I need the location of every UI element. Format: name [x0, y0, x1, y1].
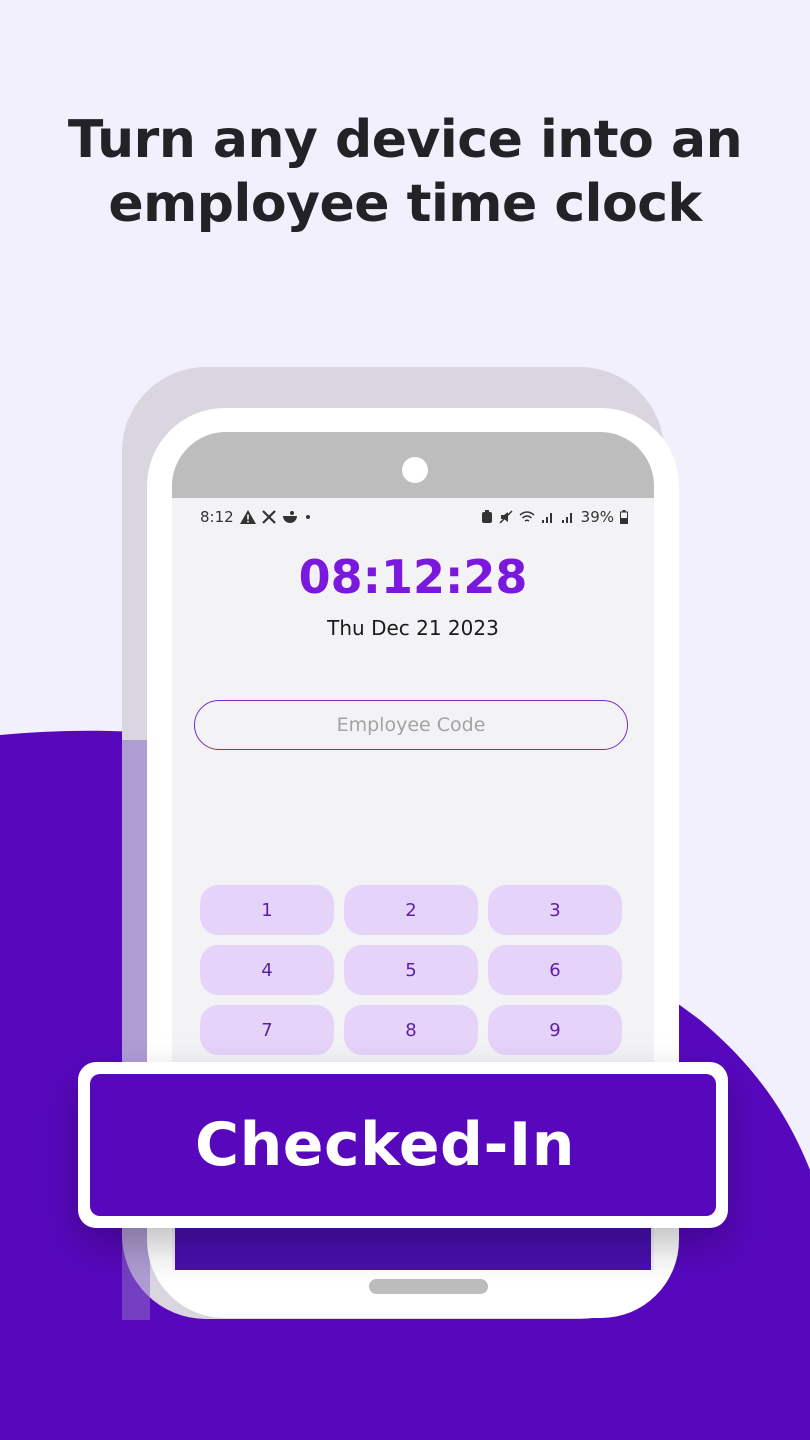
headline: Turn any device into an employee time cl…	[0, 108, 810, 236]
alert-icon	[239, 510, 256, 524]
headline-line-2: employee time clock	[108, 174, 702, 234]
current-date: Thu Dec 21 2023	[327, 616, 499, 640]
battery-icon	[620, 510, 628, 524]
keypad-key-2[interactable]: 2	[344, 885, 478, 935]
wifi-icon	[519, 511, 535, 522]
home-indicator	[369, 1279, 488, 1294]
status-time: 8:12	[200, 508, 234, 526]
signal-icon	[561, 513, 572, 523]
keypad-key-9[interactable]: 9	[488, 1005, 622, 1055]
keypad-key-1[interactable]: 1	[200, 885, 334, 935]
status-bar: 8:12 39%	[200, 506, 628, 528]
status-left: 8:12	[200, 508, 312, 526]
camera-icon	[402, 457, 428, 483]
keypad-key-7[interactable]: 7	[200, 1005, 334, 1055]
keypad-key-6[interactable]: 6	[488, 945, 622, 995]
keypad-key-4[interactable]: 4	[200, 945, 334, 995]
x-icon	[261, 510, 276, 524]
numeric-keypad: 1 2 3 4 5 6 7 8 9	[200, 885, 624, 1055]
checked-in-label: Checked-In	[195, 1110, 575, 1180]
status-right: 39%	[481, 508, 628, 526]
headline-line-1: Turn any device into an	[67, 110, 743, 170]
bowl-icon	[282, 511, 297, 523]
screen-top-bezel	[172, 432, 654, 498]
signal-icon	[541, 513, 552, 523]
employee-code-input[interactable]	[194, 700, 628, 750]
checked-in-banner: Checked-In	[78, 1062, 728, 1228]
dot-icon	[305, 515, 310, 519]
shield-icon	[481, 510, 492, 523]
phone-shadow-overlay	[122, 740, 150, 1320]
battery-percentage: 39%	[580, 508, 614, 526]
checked-in-banner-fill: Checked-In	[90, 1074, 716, 1216]
mute-icon	[499, 510, 513, 524]
keypad-key-5[interactable]: 5	[344, 945, 478, 995]
keypad-key-8[interactable]: 8	[344, 1005, 478, 1055]
keypad-key-3[interactable]: 3	[488, 885, 622, 935]
current-time: 08:12:28	[298, 550, 528, 604]
